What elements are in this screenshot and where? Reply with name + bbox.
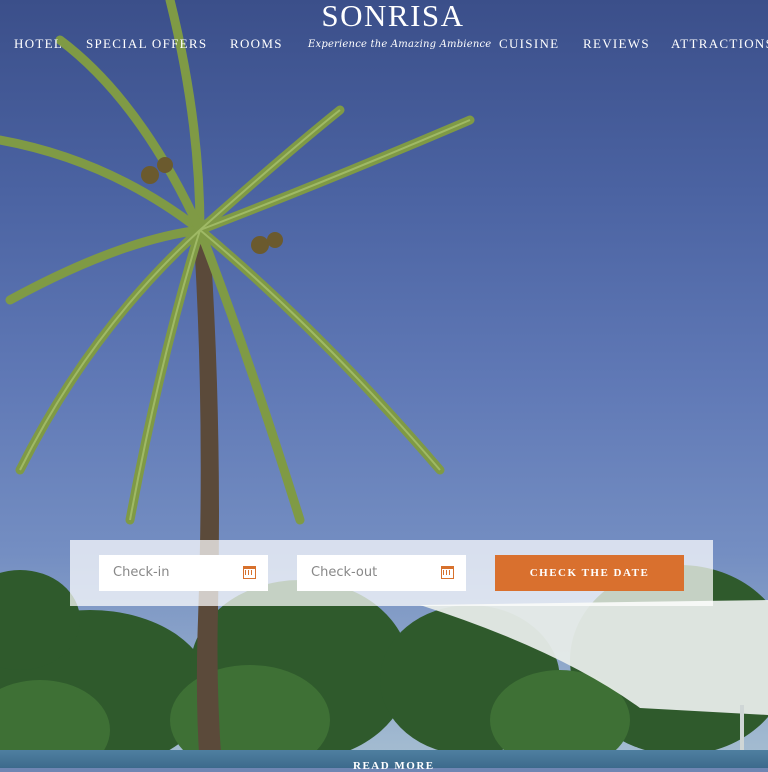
check-date-button[interactable]: CHECK THE DATE — [495, 555, 684, 591]
nav-item-cuisine[interactable]: CUISINE — [499, 36, 559, 52]
brand-logo[interactable]: SONRISA Experience the Amazing Ambience — [308, 0, 492, 56]
nav-item-special-offers[interactable]: SPECIAL OFFERS — [86, 36, 207, 52]
hero-banner — [0, 0, 768, 768]
read-more-link[interactable]: READ MORE — [353, 760, 435, 772]
brand-name: SONRISA — [321, 0, 465, 33]
nav-item-reviews[interactable]: REVIEWS — [583, 36, 650, 52]
calendar-icon[interactable] — [441, 566, 454, 579]
palm-tree-image — [0, 0, 768, 768]
checkin-placeholder: Check-in — [113, 565, 170, 580]
checkin-field[interactable]: Check-in — [99, 555, 268, 591]
nav-item-hotel[interactable]: HOTEL — [14, 36, 63, 52]
checkout-placeholder: Check-out — [311, 565, 378, 580]
calendar-icon[interactable] — [243, 566, 256, 579]
brand-tagline: Experience the Amazing Ambience — [308, 39, 492, 50]
checkout-field[interactable]: Check-out — [297, 555, 466, 591]
nav-item-attractions[interactable]: ATTRACTIONS — [671, 36, 768, 52]
booking-form: Check-in Check-out CHECK THE DATE — [70, 540, 713, 606]
nav-item-rooms[interactable]: ROOMS — [230, 36, 283, 52]
